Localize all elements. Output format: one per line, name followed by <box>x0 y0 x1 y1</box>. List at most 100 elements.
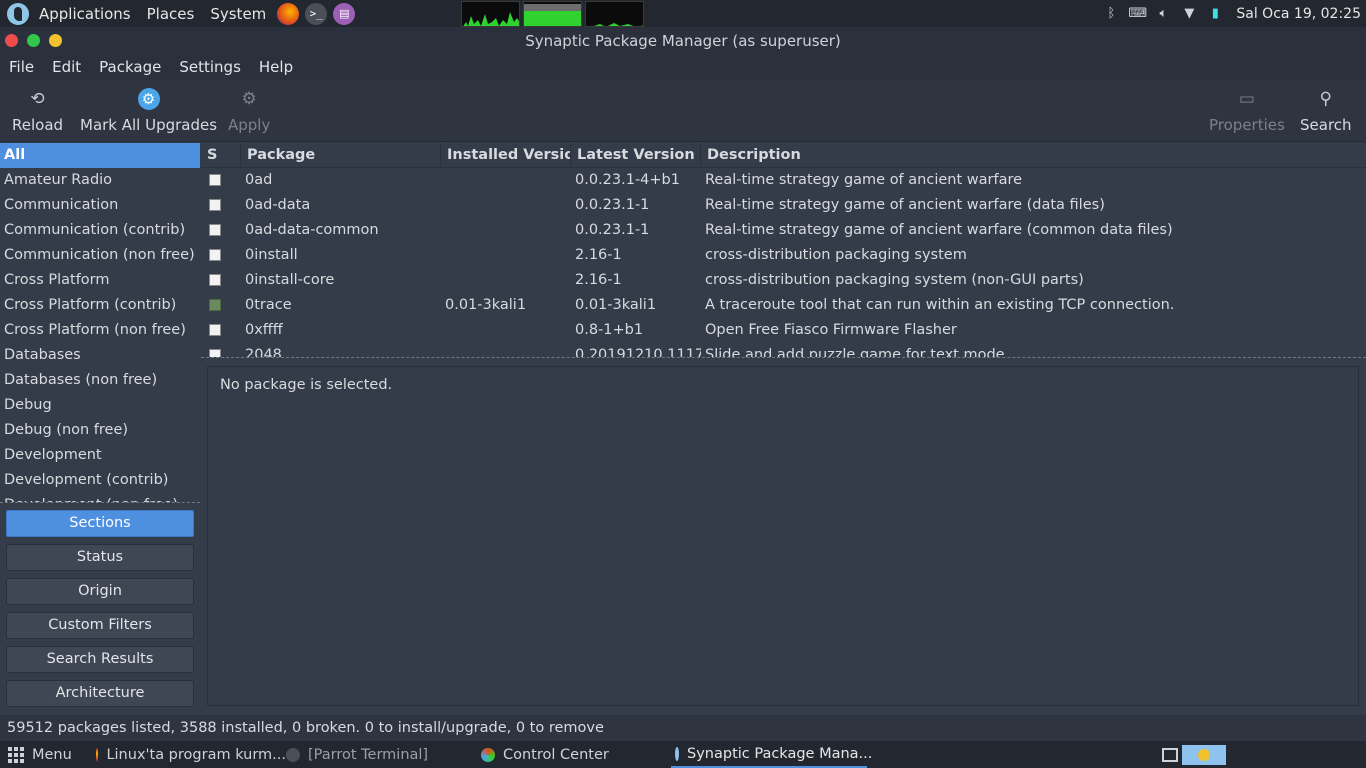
section-item[interactable]: Development (non free) <box>0 493 200 502</box>
menu-help[interactable]: Help <box>250 58 302 76</box>
firefox-icon <box>96 747 99 762</box>
column-header-latest-version[interactable]: Latest Version <box>571 143 701 168</box>
section-item[interactable]: Communication (non free) <box>0 243 200 268</box>
reload-button[interactable]: ⟲ Reload <box>12 88 63 134</box>
status-checkbox[interactable] <box>209 349 221 357</box>
column-header-package[interactable]: Package <box>241 143 441 168</box>
terminal-launcher-icon[interactable]: >_ <box>305 2 328 25</box>
description-cell: cross-distribution packaging system <box>705 247 967 263</box>
section-item[interactable]: Databases <box>0 343 200 368</box>
section-item[interactable]: Communication (contrib) <box>0 218 200 243</box>
mark-all-upgrades-button[interactable]: ⚙ Mark All Upgrades <box>80 88 217 134</box>
status-checkbox[interactable] <box>209 299 221 311</box>
properties-button[interactable]: ▭ Properties <box>1209 88 1285 134</box>
maximize-window-button[interactable] <box>49 34 62 47</box>
status-cell[interactable] <box>201 343 241 357</box>
show-desktop-icon[interactable] <box>1162 747 1178 762</box>
taskbar-item-firefox[interactable]: Linux'ta program kurm... <box>92 741 286 768</box>
section-item[interactable]: Debug <box>0 393 200 418</box>
table-row[interactable]: 0xffff 0.8-1+b1 Open Free Fiasco Firmware … <box>201 318 1366 343</box>
status-cell[interactable] <box>201 168 241 193</box>
architecture-filter-button[interactable]: Architecture <box>6 680 194 707</box>
status-cell[interactable] <box>201 243 241 268</box>
network-monitor-graph <box>585 0 645 27</box>
places-menu[interactable]: Places <box>139 0 203 27</box>
bluetooth-icon[interactable]: ᛒ <box>1102 6 1120 21</box>
package-name-cell: 0install <box>245 247 298 263</box>
section-list[interactable]: All Amateur Radio Communication Communic… <box>0 143 200 503</box>
applications-menu[interactable]: Applications <box>31 0 139 27</box>
table-row[interactable]: 0install-core 2.16-1 cross-distribution pa… <box>201 268 1366 293</box>
menu-edit[interactable]: Edit <box>43 58 90 76</box>
system-menu[interactable]: System <box>202 0 274 27</box>
grid-menu-icon <box>8 746 24 763</box>
section-item[interactable]: Debug (non free) <box>0 418 200 443</box>
table-row[interactable]: 0ad-data 0.0.23.1-1 Real-time strategy gam… <box>201 193 1366 218</box>
section-item[interactable]: Cross Platform (non free) <box>0 318 200 343</box>
search-results-button[interactable]: Search Results <box>6 646 194 673</box>
window-titlebar[interactable]: Synaptic Package Manager (as superuser) <box>0 27 1366 54</box>
taskbar-item-control-center[interactable]: Control Center <box>481 741 671 768</box>
text-editor-launcher-icon[interactable]: ▤ <box>333 2 356 25</box>
custom-filters-button[interactable]: Custom Filters <box>6 612 194 639</box>
section-item[interactable]: Cross Platform <box>0 268 200 293</box>
status-checkbox[interactable] <box>209 174 221 186</box>
taskbar-item-label: Linux'ta program kurm... <box>106 746 286 763</box>
status-checkbox[interactable] <box>209 249 221 261</box>
wifi-icon[interactable]: ▼ <box>1180 6 1198 21</box>
menu-file[interactable]: File <box>0 58 43 76</box>
reload-label: Reload <box>12 116 64 134</box>
filter-buttons: Sections Status Origin Custom Filters Se… <box>6 510 194 714</box>
system-monitors[interactable] <box>461 0 645 27</box>
minimize-window-button[interactable] <box>27 34 40 47</box>
latest-version-cell: 2.16-1 <box>575 272 622 288</box>
section-item[interactable]: Amateur Radio <box>0 168 200 193</box>
table-row[interactable]: 0ad-data-common 0.0.23.1-1 Real-time strat… <box>201 218 1366 243</box>
firefox-launcher-icon[interactable] <box>277 2 300 25</box>
section-item[interactable]: Development (contrib) <box>0 468 200 493</box>
taskbar-menu-button[interactable]: Menu <box>0 741 92 768</box>
table-row[interactable]: 0trace 0.01-3kali1 0.01-3kali1 A traceroute… <box>201 293 1366 318</box>
sections-filter-button[interactable]: Sections <box>6 510 194 537</box>
package-table[interactable]: S Package Installed Version Latest Versi… <box>201 143 1366 358</box>
status-checkbox[interactable] <box>209 199 221 211</box>
status-checkbox[interactable] <box>209 224 221 236</box>
section-item[interactable]: All <box>0 143 200 168</box>
status-cell[interactable] <box>201 293 241 318</box>
close-window-button[interactable] <box>5 34 18 47</box>
installed-version-cell <box>441 218 571 243</box>
section-item[interactable]: Databases (non free) <box>0 368 200 393</box>
apply-button[interactable]: ⚙ Apply <box>228 88 270 134</box>
clock[interactable]: Sal Oca 19, 02:25 <box>1236 6 1361 22</box>
taskbar-item-terminal[interactable]: [Parrot Terminal] <box>286 741 481 768</box>
workspace-1[interactable] <box>1182 744 1226 765</box>
status-cell[interactable] <box>201 318 241 343</box>
section-item[interactable]: Development <box>0 443 200 468</box>
status-checkbox[interactable] <box>209 274 221 286</box>
status-cell[interactable] <box>201 193 241 218</box>
status-checkbox[interactable] <box>209 324 221 336</box>
taskbar-item-synaptic[interactable]: Synaptic Package Mana... <box>671 741 872 768</box>
column-header-status[interactable]: S <box>201 143 241 168</box>
column-header-description[interactable]: Description <box>701 143 1366 168</box>
menu-settings[interactable]: Settings <box>170 58 250 76</box>
status-cell[interactable] <box>201 218 241 243</box>
search-button[interactable]: ⚲ Search <box>1300 88 1352 134</box>
battery-icon[interactable]: ▮ <box>1206 6 1224 21</box>
details-text: No package is selected. <box>220 377 393 393</box>
table-row[interactable]: 0ad 0.0.23.1-4+b1 Real-time strategy game … <box>201 168 1366 193</box>
parrot-logo-icon[interactable] <box>7 2 29 25</box>
system-tray: ᛒ ⌨ 🔈︎ ▼ ▮ Sal Oca 19, 02:25 <box>1102 0 1366 27</box>
table-row[interactable]: 2048 0.20191210.1117-2 Slide and add puzzl… <box>201 343 1366 357</box>
section-item[interactable]: Cross Platform (contrib) <box>0 293 200 318</box>
status-cell[interactable] <box>201 268 241 293</box>
status-filter-button[interactable]: Status <box>6 544 194 571</box>
table-row[interactable]: 0install 2.16-1 cross-distribution packagi… <box>201 243 1366 268</box>
origin-filter-button[interactable]: Origin <box>6 578 194 605</box>
section-item[interactable]: Communication <box>0 193 200 218</box>
column-header-installed-version[interactable]: Installed Version <box>441 143 571 168</box>
keyboard-icon[interactable]: ⌨ <box>1128 6 1147 21</box>
menu-package[interactable]: Package <box>90 58 170 76</box>
volume-icon[interactable]: 🔈︎ <box>1154 6 1172 21</box>
search-icon: ⚲ <box>1319 89 1332 109</box>
